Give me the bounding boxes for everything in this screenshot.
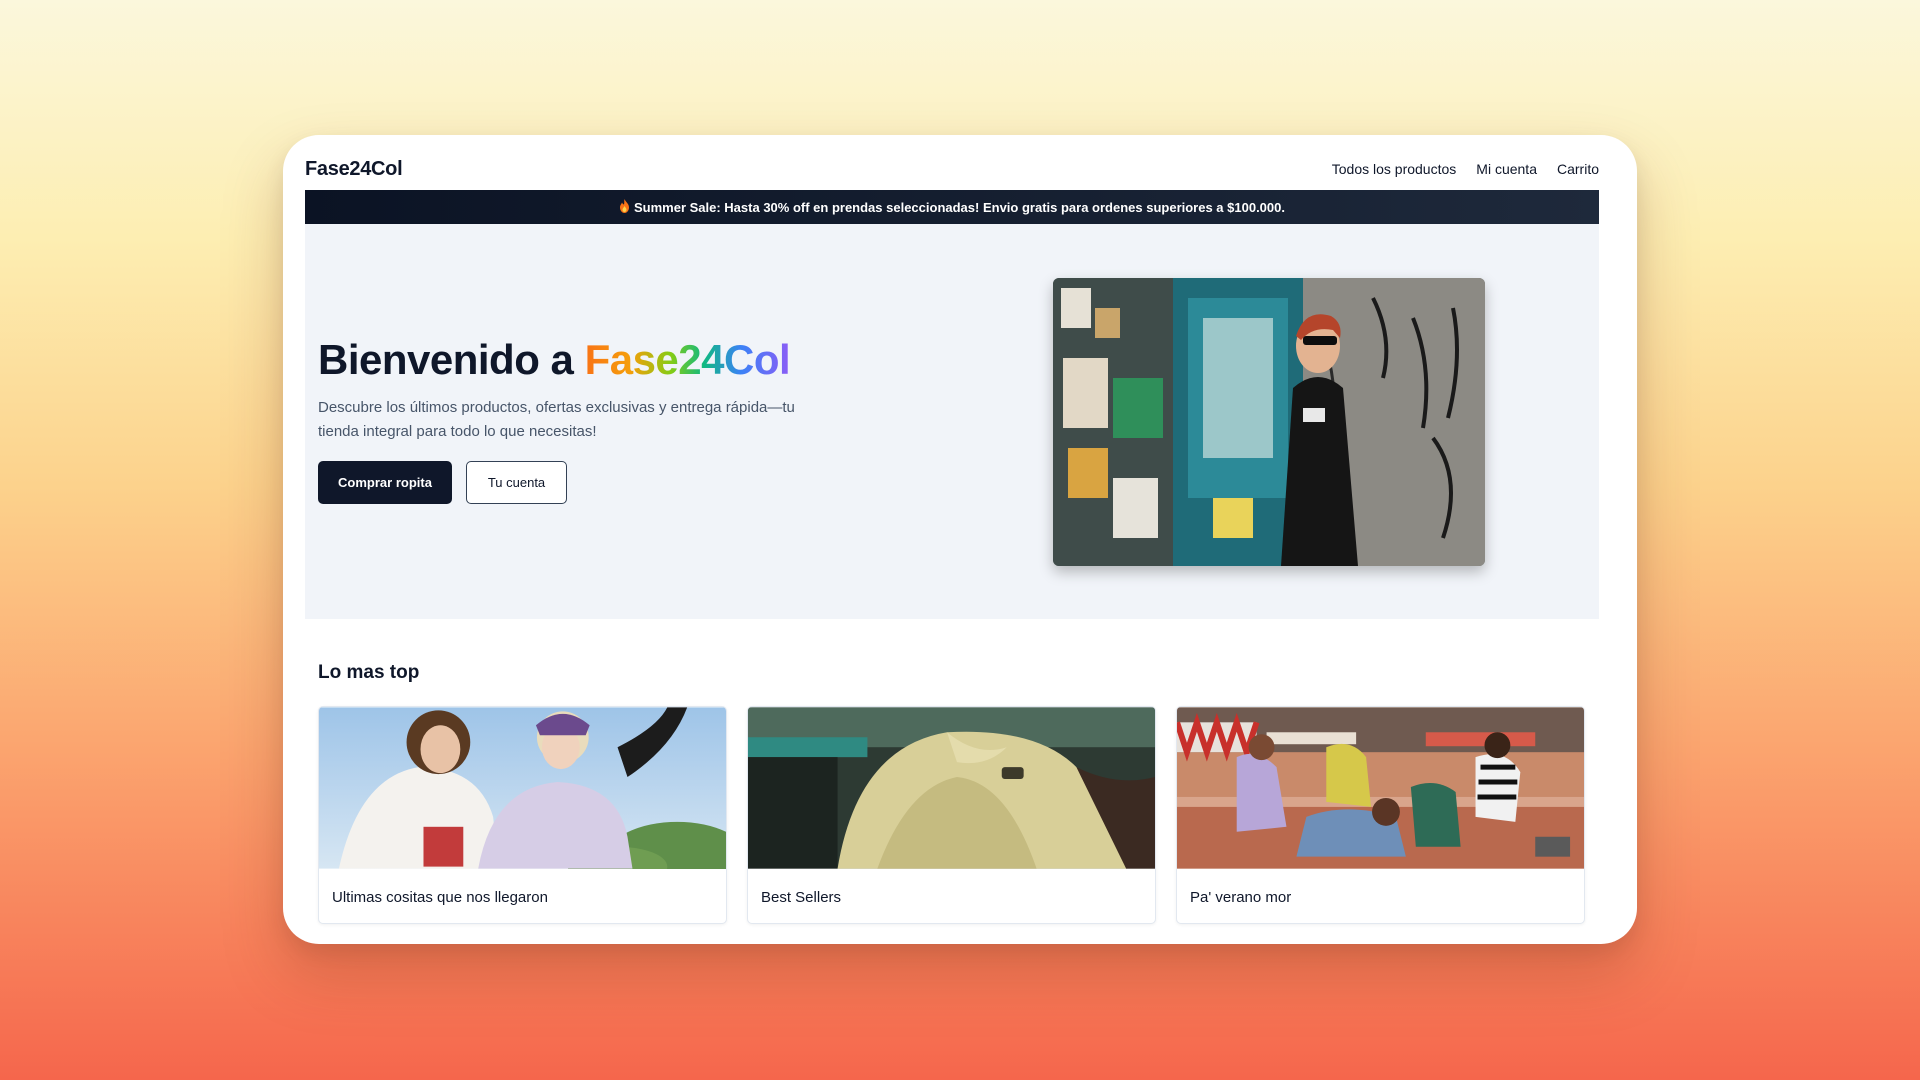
featured-cards: Ultimas cositas que nos llegaron Best Se… bbox=[318, 706, 1587, 924]
hero-description: Descubre los últimos productos, ofertas … bbox=[318, 399, 795, 440]
nav-link-my-account[interactable]: Mi cuenta bbox=[1476, 161, 1537, 177]
brand-logo[interactable]: Fase24Col bbox=[305, 158, 403, 181]
your-account-button[interactable]: Tu cuenta bbox=[466, 461, 567, 504]
featured-card-best-sellers[interactable]: Best Sellers bbox=[747, 706, 1156, 924]
shop-clothes-button[interactable]: Comprar ropita bbox=[318, 461, 452, 504]
card-label: Best Sellers bbox=[761, 888, 842, 906]
hero-model-image bbox=[1053, 278, 1485, 566]
flame-icon bbox=[619, 198, 630, 216]
nav-link-cart[interactable]: Carrito bbox=[1557, 161, 1599, 177]
promo-text: Summer Sale: Hasta 30% off en prendas se… bbox=[633, 199, 1285, 215]
featured-section-title: Lo mas top bbox=[318, 662, 420, 683]
best-sellers-image bbox=[748, 707, 1155, 869]
new-arrivals-image bbox=[319, 707, 726, 869]
featured-card-summer[interactable]: Pa' verano mor bbox=[1176, 706, 1585, 924]
hero-section: Bienvenido a Fase24Col Descubre los últi… bbox=[305, 224, 1599, 619]
top-navigation: Fase24Col Todos los productos Mi cuenta … bbox=[305, 149, 1599, 189]
summer-image bbox=[1177, 707, 1584, 869]
hero-title: Bienvenido a Fase24Col bbox=[318, 336, 791, 384]
card-label: Pa' verano mor bbox=[1190, 888, 1292, 906]
featured-card-new-arrivals[interactable]: Ultimas cositas que nos llegaron bbox=[318, 706, 727, 924]
promo-banner: Summer Sale: Hasta 30% off en prendas se… bbox=[305, 190, 1599, 224]
nav-links: Todos los productos Mi cuenta Carrito bbox=[1332, 161, 1599, 177]
browser-window: Fase24Col Todos los productos Mi cuenta … bbox=[283, 135, 1637, 944]
hero-title-prefix: Bienvenido a bbox=[318, 336, 585, 383]
card-label: Ultimas cositas que nos llegaron bbox=[332, 888, 548, 906]
nav-link-all-products[interactable]: Todos los productos bbox=[1332, 161, 1457, 177]
hero-title-brand: Fase24Col bbox=[584, 336, 791, 383]
